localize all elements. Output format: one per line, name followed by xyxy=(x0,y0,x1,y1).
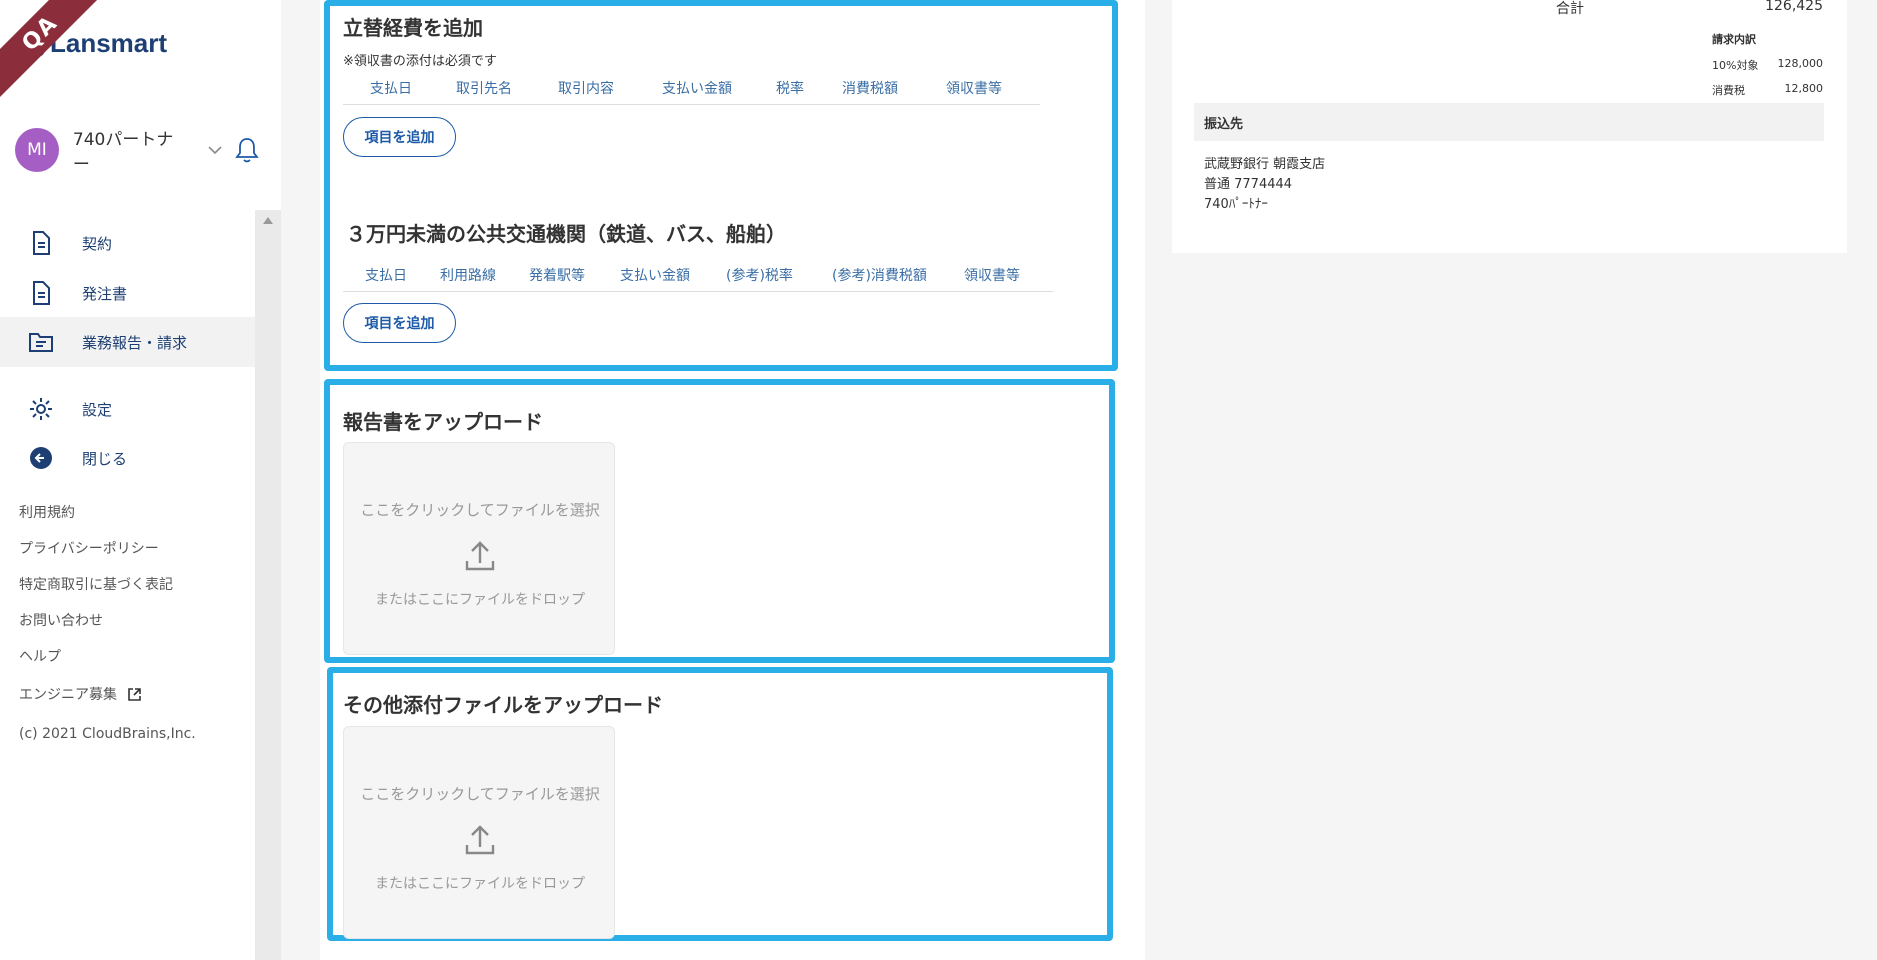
bank-name: 武蔵野銀行 朝霞支店 xyxy=(1204,157,1326,172)
expenses-panel: 立替経費を追加 ※領収書の添付は必須です 支払日 取引先名 取引内容 支払い金額… xyxy=(324,0,1118,371)
column-header: 支払日 xyxy=(365,268,407,284)
column-header: (参考)税率 xyxy=(726,268,793,284)
report-upload-panel: 報告書をアップロード ここをクリックしてファイルを選択 またはここにファイルをド… xyxy=(324,379,1115,663)
bank-holder: 740ﾊﾟｰﾄﾅｰ xyxy=(1204,197,1268,212)
upload-icon xyxy=(465,825,495,855)
total-value: 126,425 xyxy=(1765,0,1823,14)
other-upload-panel: その他添付ファイルをアップロード ここをクリックしてファイルを選択 またはここに… xyxy=(327,667,1113,941)
breakdown-label: 消費税 xyxy=(1712,84,1745,97)
bank-section-header: 振込先 xyxy=(1194,103,1824,141)
user-menu[interactable]: MI 740パートナー xyxy=(15,125,260,175)
scroll-up-arrow-icon[interactable] xyxy=(263,217,273,224)
transport-title: ３万円未満の公共交通機関（鉄道、バス、船舶） xyxy=(346,222,786,246)
sidebar-item-reports-billing[interactable]: 業務報告・請求 xyxy=(0,317,255,367)
receipt-required-note: ※領収書の添付は必須です xyxy=(343,54,497,69)
document-icon xyxy=(33,231,50,255)
invoice-preview: 合計 126,425 請求内訳 10%対象 128,000 消費税 12,800… xyxy=(1172,0,1847,253)
footer-link-terms[interactable]: 利用規約 xyxy=(19,502,75,522)
expenses-title: 立替経費を追加 xyxy=(343,16,483,40)
external-link-icon xyxy=(128,687,141,701)
other-upload-title: その他添付ファイルをアップロード xyxy=(343,693,663,717)
footer-link-label: エンジニア募集 xyxy=(19,687,117,703)
report-dropzone[interactable]: ここをクリックしてファイルを選択 またはここにファイルをドロップ xyxy=(343,442,615,655)
column-header: 利用路線 xyxy=(440,268,496,284)
user-name[interactable]: 740パートナー xyxy=(73,125,190,175)
column-header: (参考)消費税額 xyxy=(832,268,927,284)
footer-link-privacy[interactable]: プライバシーポリシー xyxy=(19,538,159,558)
gear-icon xyxy=(30,398,52,420)
footer-link-engineer-recruit[interactable]: エンジニア募集 xyxy=(19,684,142,704)
app-root: Lansmart QA MI 740パートナー 契約 発注書 業務報告・請求 設… xyxy=(0,0,1877,960)
arrow-left-circle-icon xyxy=(30,447,52,469)
folder-icon xyxy=(29,333,53,352)
column-header: 消費税額 xyxy=(842,81,898,97)
column-header: 発着駅等 xyxy=(529,268,585,284)
footer-link-help[interactable]: ヘルプ xyxy=(19,646,61,666)
dropzone-drop-text: またはここにファイルをドロップ xyxy=(375,876,585,892)
sidebar-item-label: 閉じる xyxy=(82,449,128,468)
breakdown-value: 128,000 xyxy=(1777,57,1824,70)
add-expense-button[interactable]: 項目を追加 xyxy=(343,117,456,157)
chevron-down-icon[interactable] xyxy=(208,143,222,157)
avatar[interactable]: MI xyxy=(15,128,59,172)
copyright: (c) 2021 CloudBrains,Inc. xyxy=(19,726,196,742)
sidebar-item-label: 設定 xyxy=(82,400,113,419)
breakdown-value: 12,800 xyxy=(1784,82,1824,95)
sidebar-item-settings[interactable]: 設定 xyxy=(0,384,255,434)
footer-link-contact[interactable]: お問い合わせ xyxy=(19,610,103,630)
upload-icon xyxy=(465,541,495,571)
column-header: 領収書等 xyxy=(946,81,1002,97)
column-header: 税率 xyxy=(776,81,804,97)
table-divider xyxy=(343,104,1040,105)
table-divider xyxy=(343,291,1053,292)
total-label: 合計 xyxy=(1556,1,1584,17)
breakdown-title: 請求内訳 xyxy=(1712,33,1756,46)
footer-link-commerce-law[interactable]: 特定商取引に基づく表記 xyxy=(19,574,173,594)
breakdown-label: 10%対象 xyxy=(1712,59,1759,72)
dropzone-drop-text: またはここにファイルをドロップ xyxy=(375,592,585,608)
sidebar-item-purchase-orders[interactable]: 発注書 xyxy=(0,268,255,318)
document-icon xyxy=(33,281,50,305)
column-header: 取引先名 xyxy=(456,81,512,97)
column-header: 領収書等 xyxy=(964,268,1020,284)
column-header: 支払日 xyxy=(370,81,412,97)
dropzone-click-text: ここをクリックしてファイルを選択 xyxy=(360,785,600,803)
sidebar-item-label: 契約 xyxy=(82,234,113,253)
logo-text: Lansmart xyxy=(50,28,168,58)
report-upload-title: 報告書をアップロード xyxy=(343,410,543,434)
sidebar-item-contracts[interactable]: 契約 xyxy=(0,218,255,268)
other-dropzone[interactable]: ここをクリックしてファイルを選択 またはここにファイルをドロップ xyxy=(343,726,615,939)
sidebar-item-close[interactable]: 閉じる xyxy=(0,433,255,483)
sidebar: Lansmart QA MI 740パートナー 契約 発注書 業務報告・請求 設… xyxy=(0,0,281,960)
sidebar-item-label: 業務報告・請求 xyxy=(82,333,188,352)
add-transport-button[interactable]: 項目を追加 xyxy=(343,303,456,343)
notification-bell-icon[interactable] xyxy=(234,136,260,164)
sidebar-scrollbar[interactable] xyxy=(255,210,281,960)
column-header: 支払い金額 xyxy=(620,268,690,284)
sidebar-item-label: 発注書 xyxy=(82,284,128,303)
dropzone-click-text: ここをクリックしてファイルを選択 xyxy=(360,501,600,519)
column-header: 支払い金額 xyxy=(662,81,732,97)
column-header: 取引内容 xyxy=(558,81,614,97)
main-content: 立替経費を追加 ※領収書の添付は必須です 支払日 取引先名 取引内容 支払い金額… xyxy=(320,0,1145,960)
bank-account: 普通 7774444 xyxy=(1204,177,1293,192)
